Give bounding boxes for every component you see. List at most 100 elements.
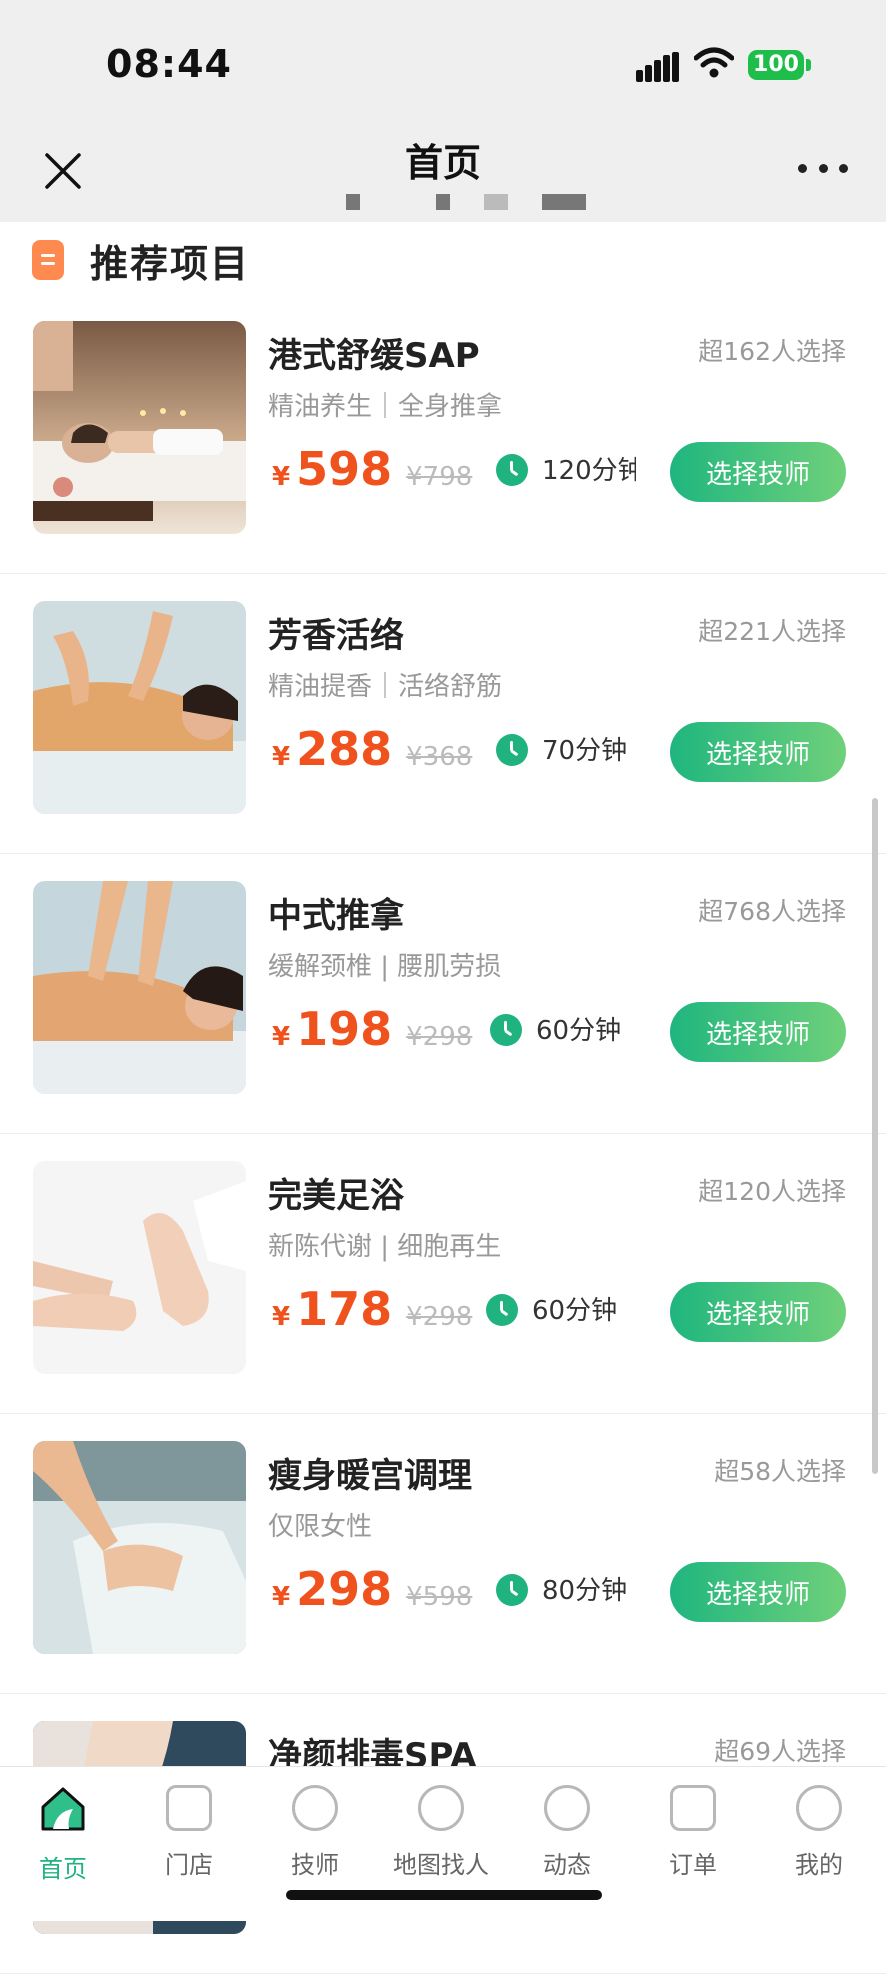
price-row: ¥ 198 ¥298 — [272, 1002, 472, 1062]
duration: 70分钟 — [542, 736, 628, 766]
tab-label: 技师 — [291, 1851, 339, 1879]
price-row: ¥ 298 ¥598 — [272, 1562, 472, 1622]
service-item[interactable]: 瘦身暖宫调理 超58人选择 仅限女性 ¥ 298 ¥598 80分钟 选择技师 — [0, 1414, 886, 1694]
currency-symbol: ¥ — [272, 1582, 291, 1612]
battery-indicator: 100 — [748, 50, 804, 80]
top-bar: 08:44 100 首页 — [0, 0, 886, 222]
service-name: 港式舒缓SAP — [268, 336, 480, 376]
currency-symbol: ¥ — [272, 462, 291, 492]
clock-icon — [496, 454, 528, 486]
redacted-strip — [484, 194, 508, 210]
service-name: 瘦身暖宫调理 — [268, 1456, 472, 1496]
tab-map-search[interactable]: 地图找人 — [378, 1785, 504, 1880]
service-item[interactable]: 港式舒缓SAP 超162人选择 精油养生｜全身推拿 ¥ 598 ¥798 120… — [0, 294, 886, 574]
service-name: 芳香活络 — [268, 616, 404, 656]
technician-icon — [292, 1785, 338, 1831]
original-price: ¥598 — [406, 1582, 473, 1612]
tab-label: 订单 — [669, 1851, 717, 1879]
service-name: 中式推拿 — [268, 896, 404, 936]
choose-technician-button[interactable]: 选择技师 — [670, 1002, 846, 1062]
tab-technician[interactable]: 技师 — [252, 1785, 378, 1880]
tab-label: 地图找人 — [393, 1851, 489, 1879]
section-header: 推荐项目 — [32, 236, 250, 286]
original-price: ¥798 — [406, 462, 473, 492]
service-thumbnail — [33, 1161, 246, 1374]
duration: 120分钟 — [542, 456, 636, 486]
tab-label: 动态 — [543, 1851, 591, 1879]
tab-store[interactable]: 门店 — [126, 1785, 252, 1880]
duration: 80分钟 — [542, 1576, 628, 1606]
clock-icon — [490, 1014, 522, 1046]
service-thumbnail — [33, 881, 246, 1094]
price-row: ¥ 598 ¥798 — [272, 442, 472, 502]
service-item[interactable]: 芳香活络 超221人选择 精油提香｜活络舒筋 ¥ 288 ¥368 70分钟 选… — [0, 574, 886, 854]
service-tags: 仅限女性 — [268, 1512, 373, 1542]
selection-count: 超120人选择 — [698, 1177, 846, 1206]
selection-count: 超162人选择 — [698, 337, 846, 366]
order-icon — [670, 1785, 716, 1831]
service-thumbnail — [33, 321, 246, 534]
signal-icon — [636, 52, 680, 82]
clock-icon — [496, 734, 528, 766]
redacted-strip — [346, 194, 360, 210]
document-icon — [32, 240, 64, 280]
service-list: 港式舒缓SAP 超162人选择 精油养生｜全身推拿 ¥ 598 ¥798 120… — [0, 294, 886, 1974]
currency-symbol: ¥ — [272, 1022, 291, 1052]
price: 198 — [296, 1002, 393, 1056]
service-name: 完美足浴 — [268, 1176, 404, 1216]
redacted-strip — [542, 194, 586, 210]
currency-symbol: ¥ — [272, 742, 291, 772]
duration: 60分钟 — [536, 1016, 622, 1046]
choose-technician-button[interactable]: 选择技师 — [670, 1282, 846, 1342]
original-price: ¥298 — [406, 1302, 473, 1332]
price: 178 — [296, 1282, 393, 1336]
service-tags: 新陈代谢 | 细胞再生 — [268, 1232, 502, 1262]
tab-label: 首页 — [39, 1855, 87, 1883]
service-tags: 精油提香｜活络舒筋 — [268, 672, 503, 702]
price: 598 — [296, 442, 393, 496]
currency-symbol: ¥ — [272, 1302, 291, 1332]
selection-count: 超221人选择 — [698, 617, 846, 646]
wifi-icon — [694, 47, 734, 78]
page-title: 首页 — [404, 141, 481, 185]
original-price: ¥368 — [406, 742, 473, 772]
profile-icon — [796, 1785, 842, 1831]
clock-icon — [496, 1574, 528, 1606]
service-tags: 缓解颈椎 | 腰肌劳损 — [268, 952, 502, 982]
choose-technician-button[interactable]: 选择技师 — [670, 1562, 846, 1622]
status-time: 08:44 — [106, 42, 232, 86]
section-title: 推荐项目 — [90, 241, 251, 286]
service-thumbnail — [33, 1441, 246, 1654]
price: 298 — [296, 1562, 393, 1616]
selection-count: 超58人选择 — [714, 1457, 846, 1486]
choose-technician-button[interactable]: 选择技师 — [670, 442, 846, 502]
clock-icon — [486, 1294, 518, 1326]
tab-label: 我的 — [795, 1851, 843, 1879]
service-item[interactable]: 中式推拿 超768人选择 缓解颈椎 | 腰肌劳损 ¥ 198 ¥298 60分钟… — [0, 854, 886, 1134]
battery-tip — [806, 59, 811, 71]
home-icon — [41, 1787, 85, 1831]
tab-profile[interactable]: 我的 — [756, 1785, 882, 1880]
redacted-strip — [436, 194, 450, 210]
price: 288 — [296, 722, 393, 776]
choose-technician-button[interactable]: 选择技师 — [670, 722, 846, 782]
service-item[interactable]: 完美足浴 超120人选择 新陈代谢 | 细胞再生 ¥ 178 ¥298 60分钟… — [0, 1134, 886, 1414]
map-search-icon — [418, 1785, 464, 1831]
planet-icon — [544, 1785, 590, 1831]
tab-home[interactable]: 首页 — [0, 1785, 126, 1884]
service-thumbnail — [33, 601, 246, 814]
tab-orders[interactable]: 订单 — [630, 1785, 756, 1880]
more-icon[interactable] — [798, 160, 848, 176]
selection-count: 超69人选择 — [714, 1737, 846, 1766]
selection-count: 超768人选择 — [698, 897, 846, 926]
scrollbar[interactable] — [872, 798, 878, 1474]
service-tags: 精油养生｜全身推拿 — [268, 392, 503, 422]
tab-feed[interactable]: 动态 — [504, 1785, 630, 1880]
duration: 60分钟 — [532, 1296, 618, 1326]
price-row: ¥ 178 ¥298 — [272, 1282, 472, 1342]
tab-label: 门店 — [165, 1851, 213, 1879]
price-row: ¥ 288 ¥368 — [272, 722, 472, 782]
store-icon — [166, 1785, 212, 1831]
home-indicator — [286, 1890, 602, 1900]
original-price: ¥298 — [406, 1022, 473, 1052]
